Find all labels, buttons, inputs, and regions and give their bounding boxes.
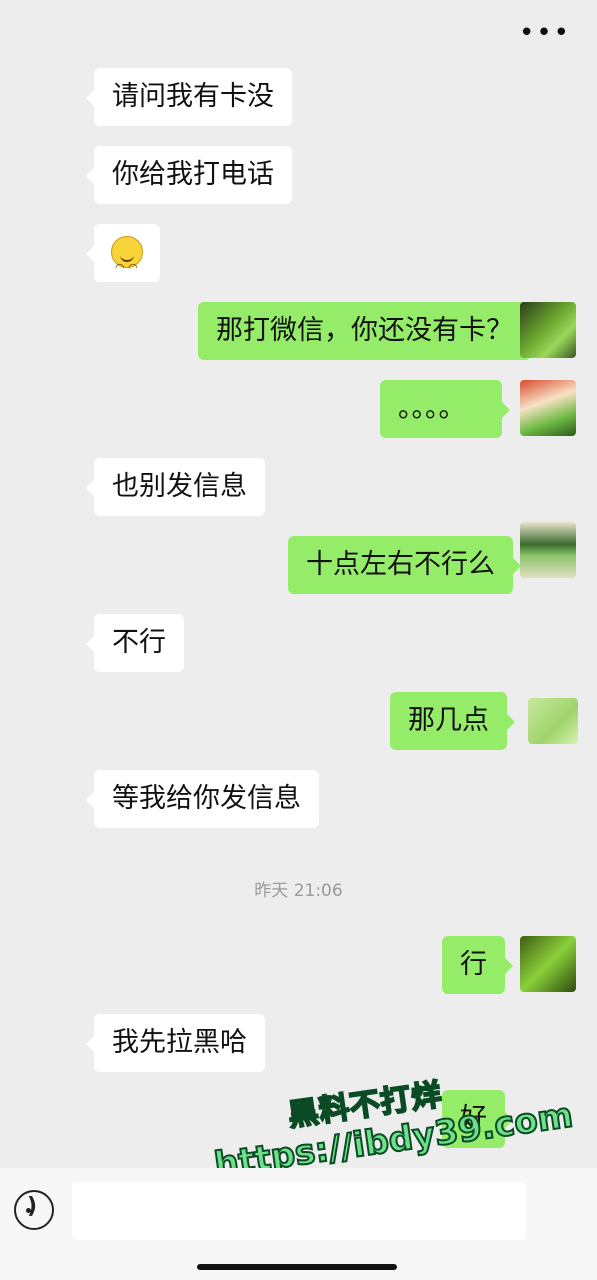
outgoing-message[interactable]: 好: [442, 1090, 513, 1148]
message-input[interactable]: [72, 1182, 526, 1240]
voice-input-icon[interactable]: [14, 1190, 54, 1230]
incoming-message[interactable]: 我先拉黑哈: [86, 1014, 265, 1072]
chat-header: •••: [0, 0, 597, 66]
user-avatar[interactable]: [520, 302, 576, 358]
user-avatar[interactable]: [520, 936, 576, 992]
message-timestamp: 昨天 21:06: [254, 881, 343, 901]
outgoing-message[interactable]: 十点左右不行么: [288, 536, 521, 594]
outgoing-message[interactable]: 。。。。: [380, 380, 510, 438]
incoming-emoji-message[interactable]: [86, 224, 160, 297]
user-avatar[interactable]: [520, 522, 576, 578]
more-options-icon[interactable]: •••: [519, 18, 571, 48]
user-avatar[interactable]: [520, 380, 576, 436]
user-avatar[interactable]: [528, 698, 578, 744]
chat-area[interactable]: 请问我有卡没 你给我打电话 那打微信，你还没有卡？ 。。。。 也别发信息 十点左…: [0, 66, 597, 1166]
outgoing-message[interactable]: 行: [442, 936, 513, 994]
incoming-message[interactable]: 不行: [86, 614, 184, 672]
outgoing-message[interactable]: 那几点: [390, 692, 515, 750]
incoming-message[interactable]: 等我给你发信息: [86, 770, 319, 828]
incoming-message[interactable]: 请问我有卡没: [86, 68, 292, 126]
incoming-message[interactable]: 你给我打电话: [86, 146, 292, 204]
outgoing-message[interactable]: 那打微信，你还没有卡？: [198, 302, 539, 360]
home-indicator: [197, 1264, 397, 1270]
smile-emoji-icon: [111, 235, 143, 297]
incoming-message[interactable]: 也别发信息: [86, 458, 265, 516]
